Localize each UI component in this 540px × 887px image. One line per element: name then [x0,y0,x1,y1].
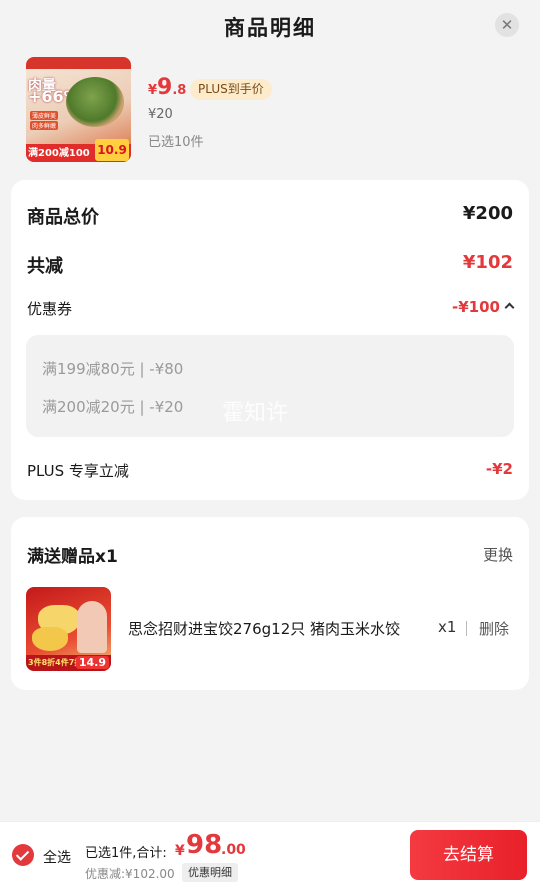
plus-discount-value: -¥2 [485,460,513,478]
thumb-tag: 肉多鲜嫩 [30,121,59,130]
selected-count: 已选10件 [148,135,204,150]
discount-detail-button[interactable]: 优惠明细 [182,863,238,882]
coupon-detail-box: 满199减80元 | -¥80 满200减20元 | -¥20 霍知许 [26,335,514,437]
coupon-label: 优惠券 [27,300,73,318]
close-icon[interactable]: ✕ [495,13,519,37]
original-price: ¥20 [148,107,173,122]
thumb-tag: 薄皮鲜美 [30,111,59,120]
select-all-checkbox[interactable] [12,844,34,866]
watermark: 霍知许 [222,401,289,426]
gift-strip-text: 3件8折4件7折 [28,658,83,667]
reduce-label: 共减 [27,256,63,277]
reduce-value: ¥102 [462,252,513,273]
dumpling-illustration [32,627,68,651]
product-item: 肉量 +66% 薄皮鲜美 肉多鲜嫩 满200减100 10.9 ¥9.8 PLU… [26,57,516,167]
sum-currency: ¥ [175,843,185,859]
divider [466,621,467,636]
thumb-price-badge: 10.9 [95,139,129,161]
chevron-up-icon[interactable] [504,302,515,313]
checkout-button[interactable]: 去结算 [410,830,527,880]
price-integer: 9 [157,75,173,100]
gift-card: 满送赠品x1 更换 3件8折4件7折 14.9 思念招财进宝饺276g12只 猪… [11,517,529,690]
select-all-label[interactable]: 全选 [43,847,71,867]
price-currency: ¥ [148,83,158,98]
total-label: 商品总价 [27,207,99,228]
price-decimal: .8 [172,83,187,98]
gift-title: 满送赠品x1 [27,547,118,567]
header: 商品明细 ✕ [0,0,540,52]
thumb-strip-text: 满200减100 [28,148,90,159]
total-value: ¥200 [462,203,513,224]
coupon-value: -¥100 [452,298,500,316]
coupon-line: 满200减20元 | -¥20 [42,398,184,416]
product-image[interactable]: 肉量 +66% 薄皮鲜美 肉多鲜嫩 满200减100 10.9 [26,57,131,162]
thumb-top-bar [26,57,131,69]
gift-price-badge: 14.9 [75,656,109,669]
page-title: 商品明细 [224,16,316,40]
sum-label: 已选1件,合计: [85,846,167,861]
delete-gift-button[interactable]: 删除 [479,618,509,639]
coupon-line: 满199减80元 | -¥80 [42,360,184,378]
checkout-bar: 全选 已选1件,合计: ¥ 98 .00 优惠减:¥102.00 优惠明细 去结… [0,821,540,887]
gift-name[interactable]: 思念招财进宝饺276g12只 猪肉玉米水饺 [128,618,428,639]
plus-price-badge: PLUS到手价 [190,79,272,100]
dumpling-bowl-illustration [66,77,124,127]
spokesperson-illustration [77,601,107,653]
plus-discount-label: PLUS 专享立减 [27,462,129,480]
coupon-value-wrap[interactable]: -¥100 [452,298,515,316]
change-gift-button[interactable]: 更换 [483,544,513,565]
sum-decimal: .00 [221,842,246,858]
price-summary-card: 商品总价 ¥200 共减 ¥102 优惠券 -¥100 满199减80元 | -… [11,180,529,500]
price: ¥9.8 [148,75,186,103]
gift-image[interactable]: 3件8折4件7折 14.9 [26,587,111,671]
gift-quantity: x1 [438,618,457,636]
sum-integer: 98 [186,830,223,860]
discount-line: 优惠减:¥102.00 [85,867,175,881]
